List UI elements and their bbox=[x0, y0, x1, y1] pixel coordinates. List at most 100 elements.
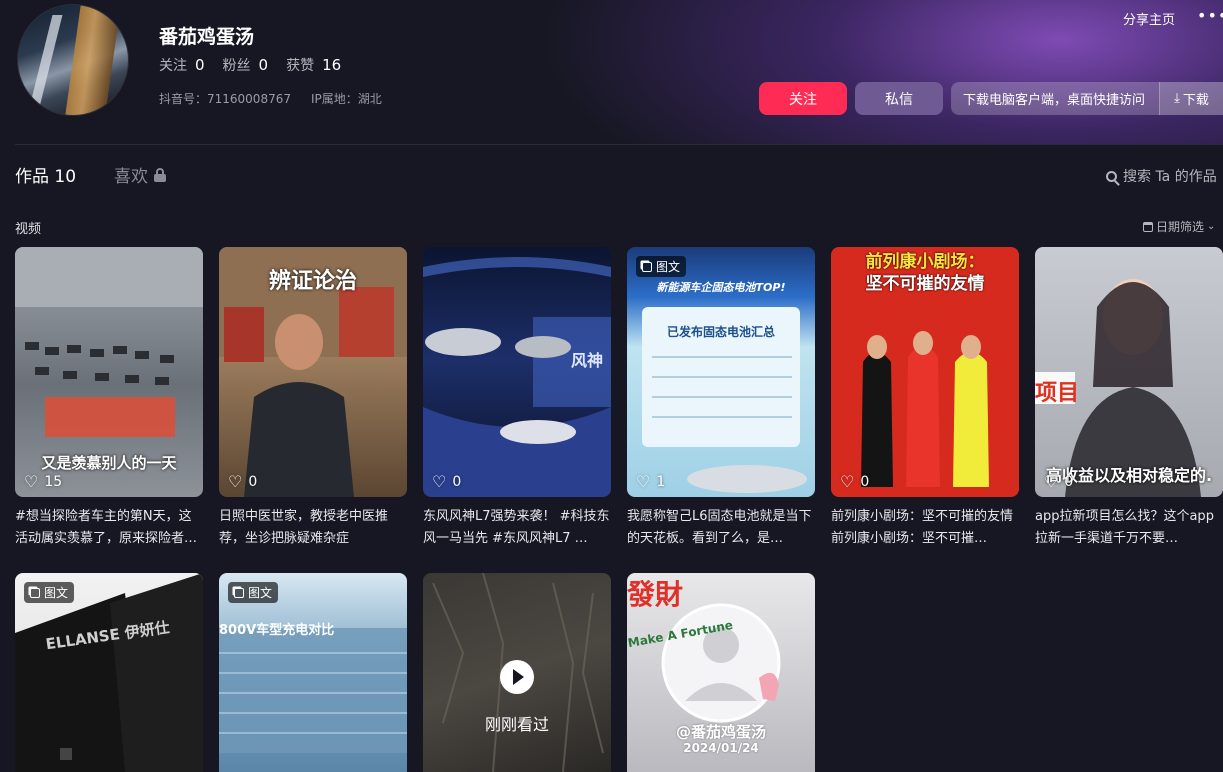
like-count-value: 0 bbox=[248, 474, 258, 490]
download-client-banner: 下载电脑客户端，桌面快捷访问 ⤓ 下载 bbox=[951, 82, 1223, 115]
like-count-value: 0 bbox=[1064, 474, 1074, 490]
profile-tabs: 作品 10 喜欢 bbox=[15, 162, 167, 187]
video-thumbnail[interactable]: 风神 ♡ 0 bbox=[423, 247, 611, 497]
like-count: ♡ 0 bbox=[228, 472, 258, 491]
video-thumbnail[interactable]: 辨证论治 ♡ 0 bbox=[219, 247, 407, 497]
message-button[interactable]: 私信 bbox=[855, 82, 943, 115]
video-caption[interactable]: 前列康小剧场：坚不可摧的友情 前列康小剧场：坚不可摧… bbox=[831, 506, 1019, 550]
heart-icon: ♡ bbox=[228, 472, 243, 491]
video-thumbnail[interactable]: 前列康小剧场： 坚不可摧的友情 ♡ 0 bbox=[831, 247, 1019, 497]
stat-label: 获赞 bbox=[286, 58, 315, 74]
video-thumbnail[interactable]: 發財 Make A Fortune @番茄鸡蛋汤 2024/01/24 bbox=[627, 573, 815, 772]
video-card[interactable]: 图文 ELLANSE 伊妍仕 bbox=[15, 573, 203, 772]
like-count-value: 15 bbox=[44, 474, 63, 490]
avatar-beam bbox=[27, 15, 63, 115]
video-overlay-subtext: 坚不可摧的友情 bbox=[865, 274, 985, 294]
video-overlay-text: 项目 bbox=[1035, 381, 1080, 406]
video-card[interactable]: 项目 高收益以及相对稳定的. ♡ 0 app拉新项目怎么找？这个app拉新一手渠道… bbox=[1035, 247, 1223, 550]
chevron-down-icon: ⌄ bbox=[1207, 221, 1216, 232]
calendar-icon bbox=[1143, 221, 1153, 232]
stat-followers[interactable]: 粉丝 0 bbox=[223, 55, 269, 75]
heart-icon: ♡ bbox=[636, 472, 651, 491]
stat-following[interactable]: 关注 0 bbox=[159, 55, 205, 75]
video-caption[interactable]: app拉新项目怎么找？这个app拉新一手渠道千万不要… bbox=[1035, 506, 1223, 550]
image-post-badge: 图文 bbox=[228, 582, 279, 603]
tab-works[interactable]: 作品 10 bbox=[15, 162, 76, 187]
image-post-badge: 图文 bbox=[636, 256, 687, 277]
badge-label: 图文 bbox=[44, 586, 69, 600]
video-thumbnail[interactable]: 项目 高收益以及相对稳定的. ♡ 0 bbox=[1035, 247, 1223, 497]
badge-label: 图文 bbox=[656, 260, 681, 274]
tab-likes[interactable]: 喜欢 bbox=[114, 162, 167, 187]
stat-likes-received: 获赞 16 bbox=[286, 55, 341, 75]
video-caption[interactable]: #想当探险者车主的第N天，这活动属实羡慕了，原来探险者… bbox=[15, 506, 203, 550]
avatar-panel bbox=[65, 5, 121, 115]
stat-label: 关注 bbox=[159, 58, 187, 74]
search-icon bbox=[1106, 170, 1117, 182]
video-card[interactable]: 又是羡慕别人的一天 ♡ 15 #想当探险者车主的第N天，这活动属实羡慕了，原来探险… bbox=[15, 247, 203, 550]
date-filter[interactable]: 日期筛选 ⌄ bbox=[1143, 218, 1215, 235]
video-caption[interactable]: 日照中医世家，教授老中医推荐，坐诊把脉疑难杂症 bbox=[219, 506, 407, 550]
like-count: ♡ 1 bbox=[636, 472, 665, 491]
like-count-value: 0 bbox=[860, 474, 870, 490]
ip-location: IP属地：湖北 bbox=[310, 92, 382, 106]
video-thumbnail[interactable]: 刚刚看过 bbox=[423, 573, 611, 772]
like-count: ♡ 0 bbox=[1044, 472, 1074, 491]
share-profile-link[interactable]: 分享主页 bbox=[1123, 9, 1175, 28]
video-caption[interactable]: 东风风神L7强势来袭！ #科技东风一马当先 #东风风神L7 … bbox=[423, 506, 611, 550]
heart-icon: ♡ bbox=[840, 472, 855, 491]
heart-icon: ♡ bbox=[24, 472, 39, 491]
video-thumbnail[interactable]: 图文 新能源车企固态电池TOP! 已发布固态电池汇总 ♡ 1 bbox=[627, 247, 815, 497]
video-overlay-text: 辨证论治 bbox=[268, 269, 357, 294]
image-post-icon bbox=[234, 587, 244, 598]
video-caption[interactable]: 我愿称智己L6固态电池就是当下的天花板。看到了么，是… bbox=[627, 506, 815, 550]
video-date: 2024/01/24 bbox=[683, 741, 759, 755]
search-placeholder: 搜索 Ta 的作品 bbox=[1123, 169, 1217, 185]
profile-nickname: 番茄鸡蛋汤 bbox=[159, 26, 255, 48]
video-card[interactable]: 风神 ♡ 0 东风风神L7强势来袭！ #科技东风一马当先 #东风风神L7 … bbox=[423, 247, 611, 550]
video-card[interactable]: 辨证论治 ♡ 0 日照中医世家，教授老中医推荐，坐诊把脉疑难杂症 bbox=[219, 247, 407, 550]
image-post-icon bbox=[30, 587, 40, 598]
like-count-value: 0 bbox=[452, 474, 462, 490]
video-overlay-subtext: 已发布固态电池汇总 bbox=[666, 325, 775, 339]
profile-header: 番茄鸡蛋汤 关注 0 粉丝 0 获赞 16 抖音号：71160008767 IP属地：… bbox=[0, 0, 1223, 145]
video-card[interactable]: 前列康小剧场： 坚不可摧的友情 ♡ 0 前列康小剧场：坚不可摧的友情 前列康小剧场… bbox=[831, 247, 1019, 550]
video-overlay-text: 风神 bbox=[570, 351, 603, 370]
section-label: 视频 bbox=[15, 222, 42, 237]
video-overlay-text: 又是羡慕别人的一天 bbox=[41, 454, 177, 472]
download-button[interactable]: ⤓ 下载 bbox=[1159, 82, 1223, 115]
video-overlay-text: 800V车型充电对比 bbox=[219, 623, 335, 638]
video-card[interactable]: 图文 800V车型充电对比 bbox=[219, 573, 407, 772]
avatar[interactable] bbox=[17, 4, 129, 116]
like-count: ♡ 0 bbox=[840, 472, 870, 491]
video-thumbnail[interactable]: 又是羡慕别人的一天 ♡ 15 bbox=[15, 247, 203, 497]
play-icon[interactable] bbox=[500, 660, 534, 694]
profile-meta: 抖音号：71160008767 IP属地：湖北 bbox=[159, 90, 382, 107]
download-label: 下载 bbox=[1182, 93, 1209, 108]
profile-stats: 关注 0 粉丝 0 获赞 16 bbox=[159, 55, 341, 75]
video-thumbnail[interactable]: 图文 800V车型充电对比 bbox=[219, 573, 407, 772]
more-icon[interactable]: ••• bbox=[1197, 6, 1223, 25]
stat-value: 0 bbox=[195, 56, 205, 74]
thumbnail-art bbox=[423, 257, 611, 497]
search-works[interactable]: 搜索 Ta 的作品 bbox=[1106, 166, 1217, 186]
video-card[interactable]: 刚刚看过 bbox=[423, 573, 611, 772]
stat-label: 粉丝 bbox=[222, 58, 251, 74]
stat-value: 0 bbox=[258, 56, 269, 74]
heart-icon: ♡ bbox=[1044, 472, 1059, 491]
like-count: ♡ 0 bbox=[432, 472, 462, 491]
follow-button[interactable]: 关注 bbox=[759, 82, 847, 115]
watched-label: 刚刚看过 bbox=[484, 715, 549, 734]
video-handle: @番茄鸡蛋汤 bbox=[675, 723, 766, 741]
thumbnail-art bbox=[1035, 279, 1201, 497]
date-filter-label: 日期筛选 bbox=[1156, 220, 1205, 234]
video-thumbnail[interactable]: 图文 ELLANSE 伊妍仕 bbox=[15, 573, 203, 772]
video-card[interactable]: 發財 Make A Fortune @番茄鸡蛋汤 2024/01/24 bbox=[627, 573, 815, 772]
video-overlay-text: 新能源车企固态电池TOP! bbox=[656, 281, 786, 294]
video-card[interactable]: 图文 新能源车企固态电池TOP! 已发布固态电池汇总 ♡ 1 我愿称智己L6固态电… bbox=[627, 247, 815, 550]
download-icon: ⤓ bbox=[1174, 91, 1180, 106]
heart-icon: ♡ bbox=[432, 472, 447, 491]
download-prompt: 下载电脑客户端，桌面快捷访问 bbox=[963, 93, 1146, 108]
like-count: ♡ 15 bbox=[24, 472, 63, 491]
image-post-badge: 图文 bbox=[24, 582, 75, 603]
